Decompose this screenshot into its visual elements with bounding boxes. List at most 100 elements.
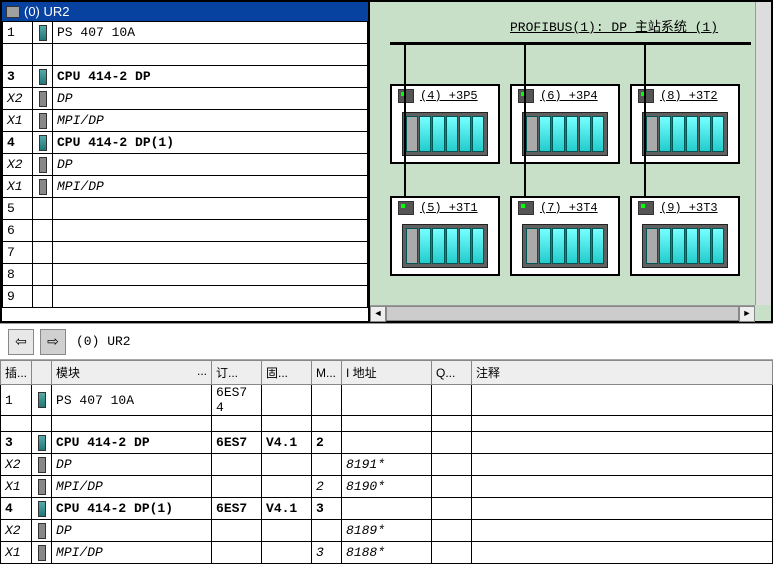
detail-row[interactable] [1, 416, 773, 432]
cell-i-address [342, 498, 432, 520]
module-detail-table[interactable]: 插... 模块 ... 订... 固... M... I 地址 Q... 注释 … [0, 360, 773, 564]
cell-icon [32, 432, 52, 454]
dp-station[interactable]: (5) +3T1 [390, 196, 500, 276]
cell-module: MPI/DP [52, 476, 212, 498]
submodule-icon [38, 545, 46, 561]
slot-icon-cell [33, 198, 53, 220]
detail-row[interactable]: 3CPU 414-2 DP6ES7V4.12 [1, 432, 773, 454]
cell-icon [32, 454, 52, 476]
slot-module-name: CPU 414-2 DP(1) [53, 132, 368, 154]
slot-number: 7 [3, 242, 33, 264]
slot-row[interactable]: X1MPI/DP [3, 176, 368, 198]
dp-station[interactable]: (8) +3T2 [630, 84, 740, 164]
station-connector-icon [638, 201, 654, 215]
dp-station[interactable]: (6) +3P4 [510, 84, 620, 164]
slot-module-name: MPI/DP [53, 110, 368, 132]
slot-module-name: CPU 414-2 DP [53, 66, 368, 88]
rack-slot-panel: (0) UR2 1PS 407 10A3CPU 414-2 DPX2DPX1MP… [0, 0, 370, 323]
cell-m: 2 [312, 432, 342, 454]
detail-row[interactable]: 4CPU 414-2 DP(1)6ES7V4.13 [1, 498, 773, 520]
station-label: (4) +3P5 [420, 89, 478, 103]
slot-row[interactable]: X2DP [3, 154, 368, 176]
slot-row[interactable]: 3CPU 414-2 DP [3, 66, 368, 88]
cell-firmware: V4.1 [262, 498, 312, 520]
cell-i-address [342, 432, 432, 454]
cell-icon [32, 476, 52, 498]
slot-row[interactable]: 1PS 407 10A [3, 22, 368, 44]
slot-number: 6 [3, 220, 33, 242]
slot-module-name [53, 286, 368, 308]
slot-module-name [53, 242, 368, 264]
col-comment[interactable]: 注释 [472, 361, 773, 385]
cell-q-address [432, 498, 472, 520]
cell-order [212, 476, 262, 498]
station-connector-icon [398, 201, 414, 215]
slot-row[interactable]: 5 [3, 198, 368, 220]
detail-row[interactable]: X2DP8191* [1, 454, 773, 476]
module-icon [39, 135, 47, 151]
slot-row[interactable] [3, 44, 368, 66]
dp-station[interactable]: (7) +3T4 [510, 196, 620, 276]
col-firmware[interactable]: 固... [262, 361, 312, 385]
cell-i-address [342, 416, 432, 432]
cell-i-address: 8191* [342, 454, 432, 476]
cell-q-address [432, 385, 472, 416]
dp-station[interactable]: (4) +3P5 [390, 84, 500, 164]
col-m[interactable]: M... [312, 361, 342, 385]
cell-comment [472, 432, 773, 454]
rack-title-text: (0) UR2 [24, 4, 70, 19]
slot-row[interactable]: X2DP [3, 88, 368, 110]
col-icon[interactable] [32, 361, 52, 385]
station-rack-icon [402, 224, 488, 268]
nav-back-button[interactable]: ⇦ [8, 329, 34, 355]
station-connector-icon [638, 89, 654, 103]
scroll-right-button[interactable]: ► [739, 306, 755, 322]
slot-number: 1 [3, 22, 33, 44]
slot-row[interactable]: 6 [3, 220, 368, 242]
slot-icon-cell [33, 242, 53, 264]
slot-module-name [53, 264, 368, 286]
slot-row[interactable]: 4CPU 414-2 DP(1) [3, 132, 368, 154]
cell-m [312, 385, 342, 416]
cell-firmware [262, 416, 312, 432]
cell-m: 3 [312, 498, 342, 520]
scroll-left-button[interactable]: ◄ [370, 306, 386, 322]
detail-row[interactable]: 1PS 407 10A6ES7 4 [1, 385, 773, 416]
slot-table[interactable]: 1PS 407 10A3CPU 414-2 DPX2DPX1MPI/DP4CPU… [2, 21, 368, 308]
vertical-scrollbar[interactable] [755, 2, 771, 305]
detail-row[interactable]: X2DP8189* [1, 520, 773, 542]
detail-row[interactable]: X1MPI/DP38188* [1, 542, 773, 564]
module-detail-panel: ⇦ ⇨ (0) UR2 插... 模块 ... 订... 固... M... I… [0, 324, 773, 562]
col-module[interactable]: 模块 ... [52, 361, 212, 385]
station-rack-icon [642, 112, 728, 156]
scroll-thumb[interactable] [386, 306, 739, 321]
slot-number [3, 44, 33, 66]
slot-row[interactable]: 7 [3, 242, 368, 264]
dp-station[interactable]: (9) +3T3 [630, 196, 740, 276]
bus-label[interactable]: PROFIBUS(1): DP 主站系统 (1) [510, 16, 718, 35]
station-rack-icon [642, 224, 728, 268]
slot-row[interactable]: 8 [3, 264, 368, 286]
col-q-address[interactable]: Q... [432, 361, 472, 385]
cell-order [212, 520, 262, 542]
cell-icon [32, 385, 52, 416]
col-order[interactable]: 订... [212, 361, 262, 385]
nav-forward-button[interactable]: ⇨ [40, 329, 66, 355]
slot-row[interactable]: 9 [3, 286, 368, 308]
cell-m [312, 520, 342, 542]
cell-slot: 4 [1, 498, 32, 520]
network-diagram-panel[interactable]: PROFIBUS(1): DP 主站系统 (1) (4) +3P5 (6) +3P… [370, 0, 773, 323]
station-rack-icon [522, 224, 608, 268]
cell-i-address: 8190* [342, 476, 432, 498]
col-i-address[interactable]: I 地址 [342, 361, 432, 385]
detail-row[interactable]: X1MPI/DP28190* [1, 476, 773, 498]
horizontal-scrollbar[interactable]: ◄ ► [370, 305, 755, 321]
slot-number: X2 [3, 154, 33, 176]
cell-module: DP [52, 520, 212, 542]
cell-firmware [262, 542, 312, 564]
col-slot[interactable]: 插... [1, 361, 32, 385]
cell-firmware [262, 476, 312, 498]
slot-row[interactable]: X1MPI/DP [3, 110, 368, 132]
cell-slot: 3 [1, 432, 32, 454]
slot-module-name [53, 198, 368, 220]
